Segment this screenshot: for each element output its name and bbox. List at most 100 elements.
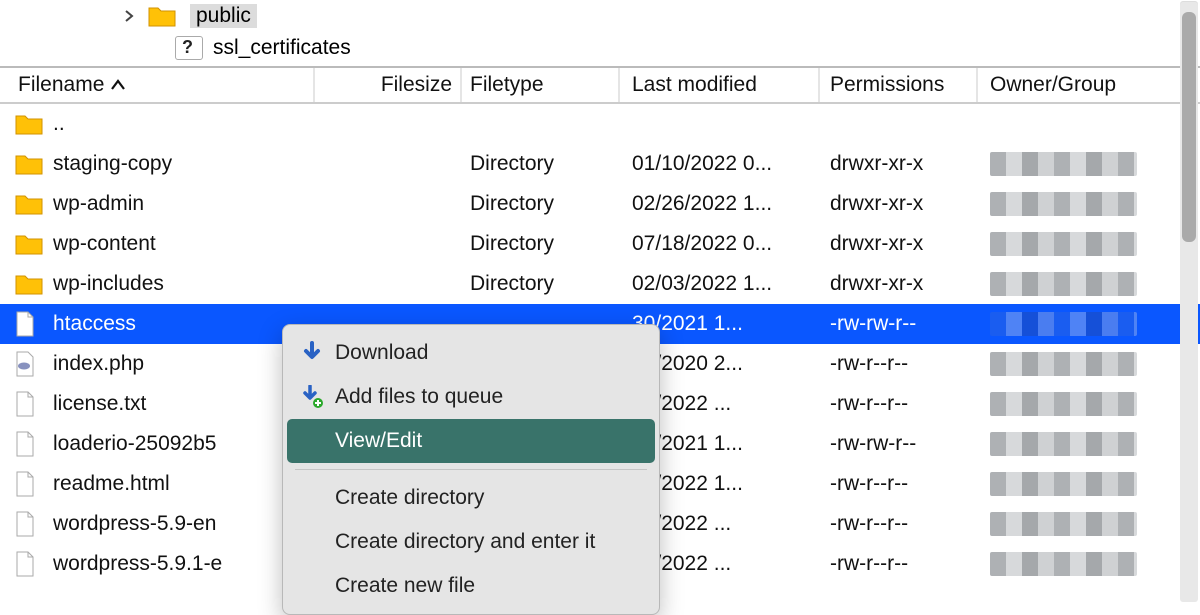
php-icon xyxy=(15,351,45,377)
redacted-owner xyxy=(990,272,1137,296)
add-to-queue-icon xyxy=(297,384,327,410)
file-name-label: htaccess xyxy=(53,312,136,336)
file-permissions-cell: -rw-r--r-- xyxy=(820,552,978,576)
file-owner-cell xyxy=(978,552,1143,576)
file-type-cell: Directory xyxy=(462,232,620,256)
chevron-right-icon[interactable] xyxy=(120,6,138,27)
file-modified-cell: 02/03/2022 1... xyxy=(620,272,820,296)
file-icon xyxy=(15,471,45,497)
file-name-label: wp-includes xyxy=(53,272,164,296)
menu-item-create-file[interactable]: Create new file xyxy=(283,564,659,608)
file-name-cell: staging-copy xyxy=(0,151,315,177)
file-name-cell: readme.html xyxy=(0,471,315,497)
file-name-cell: wp-includes xyxy=(0,271,315,297)
menu-separator xyxy=(295,469,647,470)
file-permissions-cell: drwxr-xr-x xyxy=(820,272,978,296)
file-name-cell: wp-content xyxy=(0,231,315,257)
file-permissions-cell: -rw-rw-r-- xyxy=(820,432,978,456)
menu-item-download[interactable]: Download xyxy=(283,331,659,375)
folder-icon xyxy=(15,111,45,137)
file-name-cell: license.txt xyxy=(0,391,315,417)
blank-icon xyxy=(297,529,327,555)
file-name-cell: htaccess xyxy=(0,311,315,337)
menu-item-view-edit[interactable]: View/Edit xyxy=(287,419,655,463)
column-header-owner[interactable]: Owner/Group xyxy=(978,68,1143,102)
menu-item-label: View/Edit xyxy=(335,429,422,453)
file-row[interactable]: wp-includes Directory02/03/2022 1...drwxr… xyxy=(0,264,1200,304)
menu-item-label: Create directory and enter it xyxy=(335,530,595,554)
file-owner-cell xyxy=(978,192,1143,216)
file-name-label: index.php xyxy=(53,352,144,376)
file-name-cell: wp-admin xyxy=(0,191,315,217)
redacted-owner xyxy=(990,552,1137,576)
tree-panel: public ssl_certificates xyxy=(0,0,1200,68)
file-permissions-cell: drwxr-xr-x xyxy=(820,152,978,176)
scrollbar-thumb[interactable] xyxy=(1182,12,1196,242)
menu-item-add-queue[interactable]: Add files to queue xyxy=(283,375,659,419)
download-icon xyxy=(297,340,327,366)
sort-ascending-icon xyxy=(110,75,126,96)
file-name-label: wp-content xyxy=(53,232,156,256)
blank-icon xyxy=(297,428,327,454)
file-owner-cell xyxy=(978,232,1143,256)
file-permissions-cell: -rw-r--r-- xyxy=(820,392,978,416)
folder-icon xyxy=(15,231,45,257)
column-header-filetype[interactable]: Filetype xyxy=(462,68,620,102)
file-owner-cell xyxy=(978,392,1143,416)
redacted-owner xyxy=(990,512,1137,536)
file-name-cell: .. xyxy=(0,111,315,137)
tree-item-ssl[interactable]: ssl_certificates xyxy=(0,32,1200,64)
file-name-cell: wordpress-5.9-en xyxy=(0,511,315,537)
unknown-icon xyxy=(175,36,203,60)
column-header-filesize[interactable]: Filesize xyxy=(315,68,462,102)
redacted-owner xyxy=(990,432,1137,456)
tree-item-label: public xyxy=(190,4,257,28)
folder-icon xyxy=(15,271,45,297)
file-type-cell: Directory xyxy=(462,272,620,296)
file-owner-cell xyxy=(978,512,1143,536)
file-type-cell: Directory xyxy=(462,152,620,176)
file-name-label: staging-copy xyxy=(53,152,172,176)
menu-item-label: Create directory xyxy=(335,486,484,510)
file-icon xyxy=(15,391,45,417)
column-header-permissions[interactable]: Permissions xyxy=(820,68,978,102)
file-name-cell: wordpress-5.9.1-e xyxy=(0,551,315,577)
file-row[interactable]: .. xyxy=(0,104,1200,144)
file-permissions-cell: -rw-r--r-- xyxy=(820,512,978,536)
blank-icon xyxy=(297,573,327,599)
file-modified-cell: 01/10/2022 0... xyxy=(620,152,820,176)
file-row[interactable]: wp-adminDirectory02/26/2022 1...drwxr-xr… xyxy=(0,184,1200,224)
file-permissions-cell: drwxr-xr-x xyxy=(820,232,978,256)
file-permissions-cell: -rw-r--r-- xyxy=(820,352,978,376)
menu-item-label: Add files to queue xyxy=(335,385,503,409)
blank-icon xyxy=(297,485,327,511)
file-name-label: wordpress-5.9.1-e xyxy=(53,552,222,576)
file-modified-cell: 07/18/2022 0... xyxy=(620,232,820,256)
folder-icon xyxy=(148,3,178,29)
file-icon xyxy=(15,311,45,337)
column-header-modified[interactable]: Last modified xyxy=(620,68,820,102)
redacted-owner xyxy=(990,152,1137,176)
file-owner-cell xyxy=(978,152,1143,176)
menu-item-create-dir-enter[interactable]: Create directory and enter it xyxy=(283,520,659,564)
file-name-label: readme.html xyxy=(53,472,170,496)
file-name-label: wordpress-5.9-en xyxy=(53,512,216,536)
file-permissions-cell: -rw-rw-r-- xyxy=(820,312,978,336)
context-menu: Download Add files to queue View/Edit Cr… xyxy=(282,324,660,615)
redacted-owner xyxy=(990,232,1137,256)
file-permissions-cell: -rw-r--r-- xyxy=(820,472,978,496)
redacted-owner xyxy=(990,472,1137,496)
column-header-filename[interactable]: Filename xyxy=(0,68,315,102)
file-row[interactable]: staging-copy Directory01/10/2022 0...drwx… xyxy=(0,144,1200,184)
folder-icon xyxy=(15,191,45,217)
file-row[interactable]: wp-content Directory07/18/2022 0...drwxr-… xyxy=(0,224,1200,264)
menu-item-create-dir[interactable]: Create directory xyxy=(283,476,659,520)
tree-item-label: ssl_certificates xyxy=(213,36,351,60)
file-name-label: license.txt xyxy=(53,392,146,416)
main-scrollbar[interactable] xyxy=(1180,2,1198,602)
file-name-cell: loaderio-25092b5 xyxy=(0,431,315,457)
file-name-label: loaderio-25092b5 xyxy=(53,432,216,456)
file-icon xyxy=(15,431,45,457)
file-name-label: .. xyxy=(53,112,65,136)
tree-item-public[interactable]: public xyxy=(0,0,1200,32)
